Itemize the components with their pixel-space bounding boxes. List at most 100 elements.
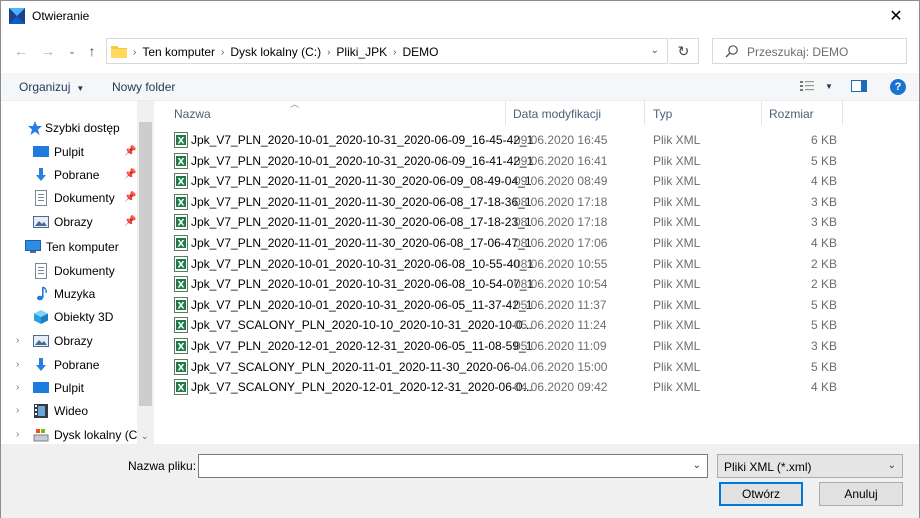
svg-text:X: X [178, 281, 185, 291]
chevron-right-icon[interactable]: › [16, 359, 19, 370]
filename-input[interactable]: ⌄ [198, 454, 708, 478]
help-icon[interactable]: ? [890, 79, 906, 95]
sidebar-item-label: Pulpit [54, 381, 85, 395]
xml-file-icon: X [174, 358, 188, 375]
sidebar-item-3d-objects[interactable]: Obiekty 3D [33, 306, 113, 328]
folder-icon [111, 46, 127, 58]
table-row[interactable]: X Jpk_V7_PLN_2020-11-01_2020-11-30_2020-0… [171, 212, 841, 232]
sidebar-scrollbar[interactable]: ⌄ [137, 101, 154, 444]
file-date: 04.06.2020 15:00 [514, 359, 608, 374]
title-bar: Otwieranie ✕ [1, 1, 919, 31]
chevron-down-icon[interactable]: ⌄ [141, 431, 149, 442]
column-divider[interactable] [505, 101, 506, 125]
column-divider[interactable] [761, 101, 762, 125]
sidebar-item-desktop-pinned[interactable]: Pulpit [33, 141, 84, 163]
search-input[interactable]: Przeszukaj: DEMO [712, 38, 907, 64]
file-date: 08.06.2020 10:54 [514, 277, 608, 292]
breadcrumb-separator-icon[interactable]: › [219, 47, 226, 58]
table-row[interactable]: X Jpk_V7_PLN_2020-10-01_2020-10-31_2020-0… [171, 295, 841, 315]
column-header-type[interactable]: Typ [653, 107, 672, 121]
sidebar-item-music[interactable]: Muzyka [33, 283, 95, 305]
refresh-button[interactable]: ↻ [669, 38, 699, 64]
new-folder-button[interactable]: Nowy folder [112, 80, 175, 94]
breadcrumb-separator-icon[interactable]: › [325, 47, 332, 58]
breadcrumb-dysk-lokalny[interactable]: Dysk lokalny (C:) [226, 45, 325, 59]
table-row[interactable]: X Jpk_V7_SCALONY_PLN_2020-12-01_2020-12-3… [171, 377, 841, 397]
file-name: Jpk_V7_PLN_2020-11-01_2020-11-30_2020-06… [191, 194, 532, 209]
table-row[interactable]: X Jpk_V7_PLN_2020-11-01_2020-11-30_2020-0… [171, 171, 841, 191]
table-row[interactable]: X Jpk_V7_SCALONY_PLN_2020-11-01_2020-11-3… [171, 357, 841, 377]
file-type: Plik XML [653, 174, 701, 189]
file-type-select[interactable]: Pliki XML (*.xml) ⌄ [717, 454, 903, 478]
file-name: Jpk_V7_PLN_2020-10-01_2020-10-31_2020-06… [191, 277, 534, 292]
sidebar-item-label: Obiekty 3D [54, 310, 114, 324]
file-type: Plik XML [653, 277, 701, 292]
documents-icon [35, 263, 47, 279]
table-row[interactable]: X Jpk_V7_PLN_2020-11-01_2020-11-30_2020-0… [171, 233, 841, 253]
file-name: Jpk_V7_SCALONY_PLN_2020-11-01_2020-11-30… [191, 359, 531, 374]
up-button[interactable]: ↑ [82, 41, 102, 61]
chevron-right-icon[interactable]: › [16, 405, 19, 416]
column-header-size[interactable]: Rozmiar [769, 107, 814, 121]
sidebar-item-downloads[interactable]: Pobrane [33, 354, 99, 376]
sidebar-item-video[interactable]: Wideo [33, 400, 88, 422]
column-divider[interactable] [842, 101, 843, 125]
chevron-right-icon[interactable]: › [16, 382, 19, 393]
cancel-button[interactable]: Anuluj [819, 482, 903, 506]
scrollbar-thumb[interactable] [139, 122, 152, 406]
table-row[interactable]: X Jpk_V7_PLN_2020-12-01_2020-12-31_2020-0… [171, 336, 841, 356]
breadcrumb-pliki-jpk[interactable]: Pliki_JPK [332, 45, 391, 59]
sidebar-item-downloads-pinned[interactable]: Pobrane [33, 164, 99, 186]
file-date: 05.06.2020 11:24 [514, 318, 607, 333]
sidebar-item-pictures-pinned[interactable]: Obrazy [33, 211, 93, 233]
breadcrumb-separator-icon[interactable]: › [391, 47, 398, 58]
chevron-down-icon[interactable]: ⌄ [651, 45, 659, 56]
table-row[interactable]: X Jpk_V7_SCALONY_PLN_2020-10-10_2020-10-3… [171, 315, 841, 335]
file-size: 2 KB [810, 277, 837, 292]
column-header-date[interactable]: Data modyfikacji [513, 107, 601, 121]
breadcrumb-ten-komputer[interactable]: Ten komputer [138, 45, 219, 59]
table-row[interactable]: X Jpk_V7_PLN_2020-10-01_2020-10-31_2020-0… [171, 130, 841, 150]
caret-down-icon[interactable]: ▼ [825, 82, 833, 91]
table-row[interactable]: X Jpk_V7_PLN_2020-10-01_2020-10-31_2020-0… [171, 254, 841, 274]
xml-file-icon: X [174, 379, 188, 396]
table-row[interactable]: X Jpk_V7_PLN_2020-10-01_2020-10-31_2020-0… [171, 274, 841, 294]
arrow-left-icon: ← [14, 43, 28, 59]
file-size: 5 KB [810, 318, 837, 333]
sidebar-item-documents-pinned[interactable]: Dokumenty [33, 187, 115, 209]
table-row[interactable]: X Jpk_V7_PLN_2020-11-01_2020-11-30_2020-0… [171, 192, 841, 212]
file-size: 6 KB [810, 133, 837, 147]
open-button[interactable]: Otwórz [719, 482, 803, 506]
forward-button[interactable]: → [38, 41, 58, 61]
view-details-icon[interactable] [799, 79, 815, 93]
file-date: 08.06.2020 17:18 [514, 194, 608, 209]
chevron-right-icon[interactable]: › [16, 429, 19, 440]
desktop-icon [33, 382, 49, 393]
chevron-down-icon[interactable]: ⌄ [693, 460, 701, 471]
sidebar-item-label: Dokumenty [54, 191, 115, 205]
organize-button[interactable]: Organizuj ▼ [19, 80, 84, 94]
sidebar-item-this-pc[interactable]: Ten komputer [25, 236, 119, 258]
chevron-right-icon[interactable]: › [16, 335, 19, 346]
column-divider[interactable] [644, 101, 645, 125]
file-size: 5 KB [810, 153, 837, 168]
back-button[interactable]: ← [11, 41, 31, 61]
sidebar-item-desktop[interactable]: Pulpit [33, 377, 84, 399]
file-date: 08.06.2020 17:06 [514, 236, 608, 250]
breadcrumb-demo[interactable]: DEMO [398, 45, 442, 59]
filename-label: Nazwa pliku: [128, 459, 197, 473]
close-button[interactable]: ✕ [873, 1, 919, 31]
sidebar-item-local-disk[interactable]: Dysk lokalny (C:) [33, 424, 145, 444]
xml-file-icon: X [174, 317, 188, 334]
file-name: Jpk_V7_PLN_2020-12-01_2020-12-31_2020-06… [191, 339, 533, 353]
sidebar-item-label: Pulpit [54, 145, 85, 159]
sidebar-item-quick-access[interactable]: Szybki dostęp [27, 117, 120, 139]
table-row[interactable]: X Jpk_V7_PLN_2020-10-01_2020-10-31_2020-0… [171, 151, 841, 171]
sidebar-item-documents[interactable]: Dokumenty [33, 260, 115, 282]
recent-locations-button[interactable]: ⌄ [62, 41, 82, 61]
sidebar-item-pictures[interactable]: Obrazy [33, 330, 93, 352]
preview-pane-icon[interactable] [850, 79, 867, 93]
address-bar[interactable]: › Ten komputer › Dysk lokalny (C:) › Pli… [106, 38, 668, 64]
column-header-name[interactable]: Nazwa [174, 107, 211, 121]
chevron-down-icon[interactable]: ⌄ [888, 460, 896, 471]
